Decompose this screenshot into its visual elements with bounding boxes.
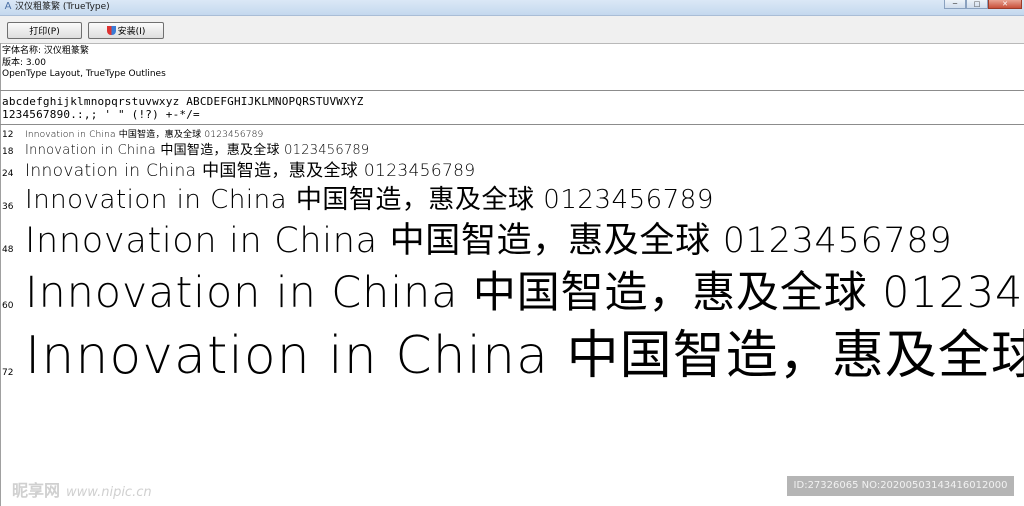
size-label: 36 xyxy=(2,202,14,212)
font-name-line: 字体名称: 汉仪粗篆繁 xyxy=(2,46,89,56)
print-button[interactable]: 打印(P) xyxy=(7,22,82,39)
character-set-preview: abcdefghijklmnopqrstuvwxyz ABCDEFGHIJKLM… xyxy=(2,95,364,121)
install-button-label: 安装(I) xyxy=(117,27,146,37)
info-divider xyxy=(0,90,1024,91)
maximize-button[interactable]: □ xyxy=(966,0,988,9)
size-label: 48 xyxy=(2,245,14,255)
sample-text: Innovation in China 中国智造，惠及全球 0123456789 xyxy=(25,221,953,261)
toolbar: 打印(P) 安装(I) xyxy=(0,16,1024,44)
window-controls: ─ □ ✕ xyxy=(944,0,1022,9)
sample-text: Innovation in China 中国智造，惠及全球 0123456789 xyxy=(25,185,714,215)
minimize-button[interactable]: ─ xyxy=(944,0,966,9)
window-title: 汉仪粗篆繁 (TrueType) xyxy=(15,2,110,12)
size-label: 60 xyxy=(2,301,14,311)
charset-divider xyxy=(0,124,1024,125)
sample-text: Innovation in China 中国智造，惠及全球 0123456789 xyxy=(25,130,264,140)
size-label: 24 xyxy=(2,169,14,179)
uac-shield-icon xyxy=(106,26,116,35)
close-button[interactable]: ✕ xyxy=(988,0,1022,9)
font-type-line: OpenType Layout, TrueType Outlines xyxy=(2,69,166,79)
watermark-url: www.nipic.cn xyxy=(66,485,152,500)
font-info: 字体名称: 汉仪粗篆繁 版本: 3.00 OpenType Layout, Tr… xyxy=(2,46,166,81)
charset-symbols: 1234567890.:,; ' " (!?) +-*/= xyxy=(2,108,200,121)
content-border xyxy=(0,43,1,506)
sample-text: Innovation in China 中国智造，惠及全球 0123456789 xyxy=(25,268,1024,318)
font-version-line: 版本: 3.00 xyxy=(2,57,46,68)
charset-letters: abcdefghijklmnopqrstuvwxyz ABCDEFGHIJKLM… xyxy=(2,95,364,108)
size-label: 72 xyxy=(2,368,14,378)
size-label: 12 xyxy=(2,130,14,140)
sample-text: Innovation in China 中国智造，惠及全球 0123456789 xyxy=(25,143,370,158)
size-label: 18 xyxy=(2,147,14,157)
watermark-logo: 昵享网 www.nipic.cn xyxy=(12,477,152,501)
title-bar: A 汉仪粗篆繁 (TrueType) ─ □ ✕ xyxy=(0,0,1024,16)
install-button[interactable]: 安装(I) xyxy=(88,22,164,39)
sample-text: Innovation in China 中国智造，惠及全球 0123456789 xyxy=(25,326,1024,386)
image-id-label: ID:27326065 NO:20200503143416012000 xyxy=(787,476,1014,496)
watermark-brand: 昵享网 xyxy=(12,481,61,500)
font-viewer-app-icon: A xyxy=(4,1,12,12)
